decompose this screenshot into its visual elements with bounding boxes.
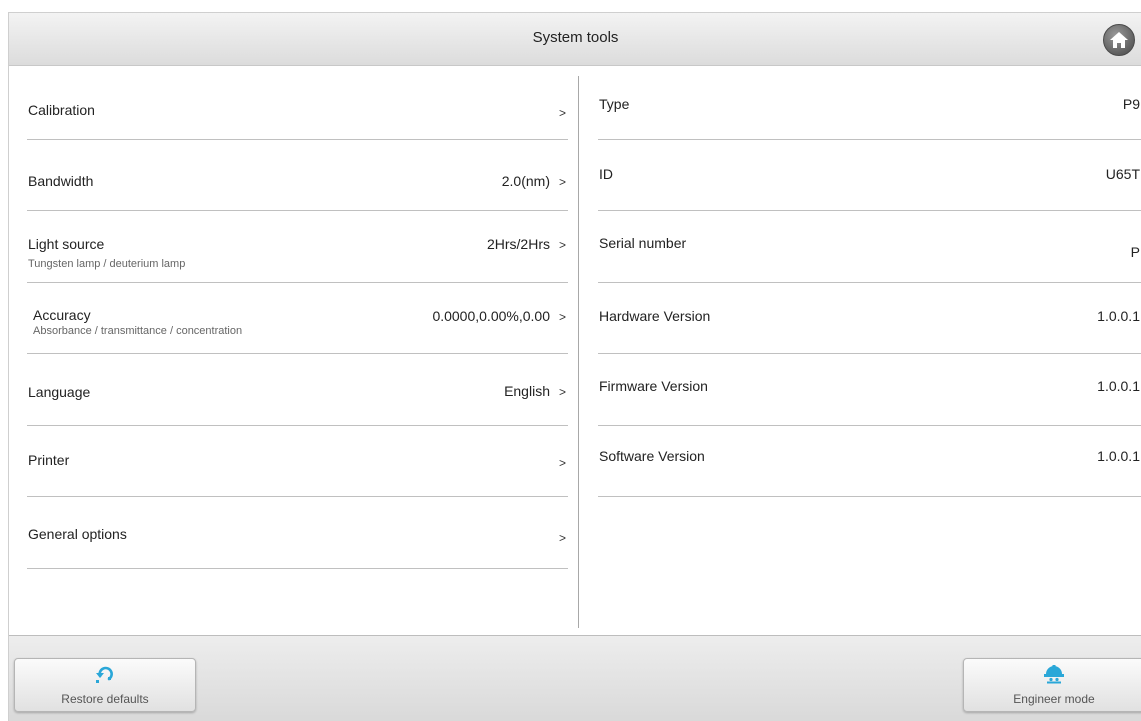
info-item-label: ID bbox=[599, 165, 613, 182]
info-item-label: Firmware Version bbox=[599, 378, 708, 394]
title-bar: System tools bbox=[9, 13, 1141, 66]
settings-item-light-source[interactable]: Light source Tungsten lamp / deuterium l… bbox=[27, 211, 568, 283]
settings-item-value: > bbox=[550, 454, 566, 470]
engineer-mode-label: Engineer mode bbox=[1013, 692, 1095, 706]
column-divider bbox=[578, 76, 579, 628]
restore-icon bbox=[96, 666, 113, 683]
info-item-software-version: Software Version 1.0.0.1 bbox=[598, 426, 1141, 497]
settings-item-value: > bbox=[550, 529, 566, 545]
info-item-serial-number: Serial number P bbox=[598, 211, 1141, 283]
settings-item-label: Light source bbox=[28, 236, 105, 252]
settings-item-label: Accuracy bbox=[33, 306, 91, 323]
chevron-right-icon: > bbox=[558, 385, 566, 399]
device-info-list: Type P9 ID U65T Serial number P Hardware… bbox=[598, 68, 1141, 497]
chevron-right-icon: > bbox=[558, 531, 566, 545]
info-item-value: U65T bbox=[1105, 165, 1140, 182]
settings-item-sublabel: Absorbance / transmittance / concentrati… bbox=[33, 324, 243, 337]
settings-item-bandwidth[interactable]: Bandwidth 2.0(nm) > bbox=[27, 140, 568, 211]
chevron-right-icon: > bbox=[558, 106, 566, 120]
chevron-right-icon: > bbox=[558, 455, 566, 470]
settings-item-label: Printer bbox=[28, 451, 70, 468]
home-icon bbox=[1110, 32, 1128, 48]
engineer-mode-button[interactable]: Engineer mode bbox=[963, 658, 1141, 712]
settings-item-sublabel: Tungsten lamp / deuterium lamp bbox=[28, 258, 186, 270]
settings-item-value: 2.0(nm) > bbox=[501, 172, 566, 189]
info-item-type: Type P9 bbox=[598, 68, 1141, 140]
page-title: System tools bbox=[532, 29, 619, 46]
engineer-icon bbox=[1044, 665, 1064, 684]
footer-toolbar: Restore defaults Engineer mode bbox=[9, 635, 1141, 721]
app-window: System tools Calibration > Bandwidth 2.0… bbox=[8, 12, 1141, 721]
settings-item-general-options[interactable]: General options > bbox=[27, 497, 568, 569]
settings-item-label: General options bbox=[28, 526, 127, 542]
settings-item-label: Calibration bbox=[28, 102, 95, 118]
info-item-label: Hardware Version bbox=[599, 307, 711, 324]
restore-defaults-label: Restore defaults bbox=[61, 692, 149, 706]
info-item-firmware-version: Firmware Version 1.0.0.1 bbox=[598, 354, 1141, 426]
settings-item-value: 2Hrs/2Hrs > bbox=[486, 236, 566, 252]
info-item-id: ID U65T bbox=[598, 140, 1141, 211]
settings-item-accuracy[interactable]: Accuracy Absorbance / transmittance / co… bbox=[27, 283, 568, 354]
chevron-right-icon: > bbox=[558, 174, 566, 189]
settings-list: Calibration > Bandwidth 2.0(nm) > Light s… bbox=[27, 68, 568, 569]
settings-item-value: 0.0000,0.00%,0.00 > bbox=[432, 307, 566, 324]
settings-item-value: English > bbox=[504, 383, 566, 399]
info-item-value: 1.0.0.1 bbox=[1097, 447, 1140, 464]
info-item-value: 1.0.0.1 bbox=[1097, 307, 1140, 324]
chevron-right-icon: > bbox=[558, 238, 566, 252]
info-item-value: P bbox=[1130, 244, 1140, 260]
settings-item-language[interactable]: Language English > bbox=[27, 354, 568, 426]
info-item-value: P9 bbox=[1122, 96, 1140, 112]
info-item-label: Type bbox=[599, 96, 630, 112]
info-item-value: 1.0.0.1 bbox=[1097, 378, 1140, 394]
info-item-label: Software Version bbox=[599, 447, 705, 464]
settings-item-label: Bandwidth bbox=[28, 172, 94, 189]
info-item-label: Serial number bbox=[599, 235, 687, 251]
home-button[interactable] bbox=[1103, 24, 1135, 56]
settings-item-label: Language bbox=[28, 384, 91, 400]
settings-item-printer[interactable]: Printer > bbox=[27, 426, 568, 497]
settings-item-calibration[interactable]: Calibration > bbox=[27, 68, 568, 140]
chevron-right-icon: > bbox=[558, 309, 566, 324]
restore-defaults-button[interactable]: Restore defaults bbox=[14, 658, 196, 712]
settings-item-value: > bbox=[550, 104, 566, 120]
info-item-hardware-version: Hardware Version 1.0.0.1 bbox=[598, 283, 1141, 354]
